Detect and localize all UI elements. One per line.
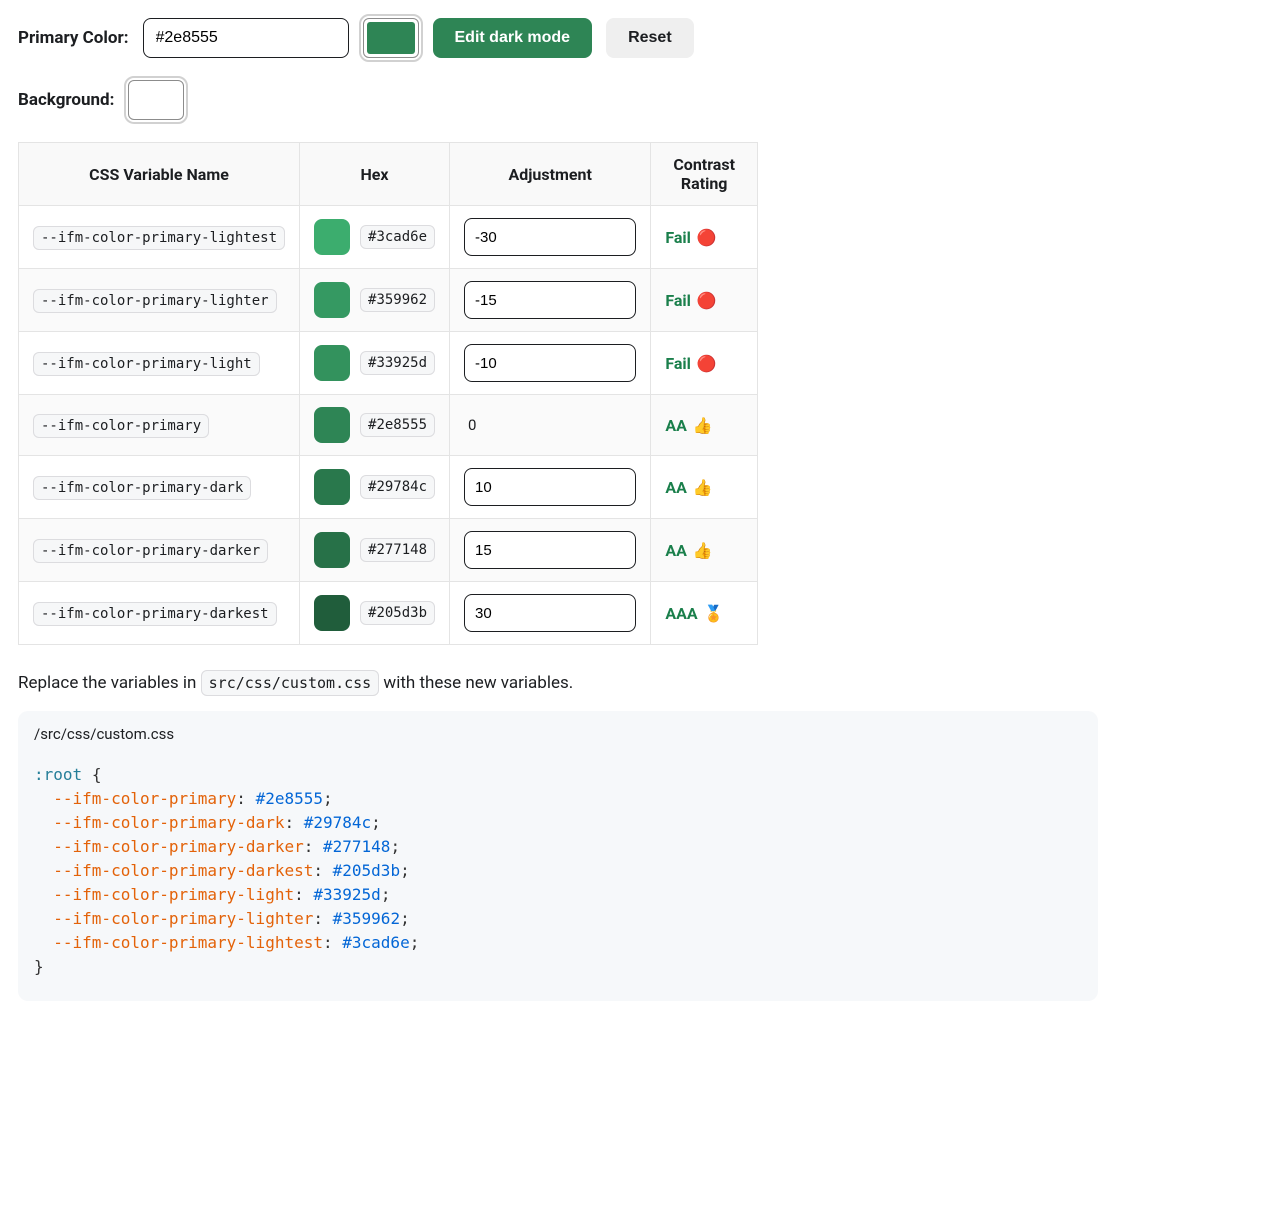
color-swatch bbox=[314, 532, 350, 568]
contrast-rating-text: AA bbox=[665, 478, 687, 497]
table-row: --ifm-color-primary-darker #277148 AA 👍 bbox=[19, 519, 758, 582]
contrast-rating: AAA 🏅 bbox=[665, 604, 723, 623]
table-row: --ifm-color-primary-darkest #205d3b AAA 🏅 bbox=[19, 582, 758, 645]
contrast-rating: Fail 🔴 bbox=[665, 354, 716, 373]
edit-dark-mode-button[interactable]: Edit dark mode bbox=[433, 18, 593, 58]
table-row: --ifm-color-primary-light #33925d Fail 🔴 bbox=[19, 332, 758, 395]
adjustment-static: 0 bbox=[464, 416, 476, 434]
background-label: Background: bbox=[18, 90, 114, 110]
adjustment-input[interactable] bbox=[464, 344, 636, 382]
color-swatch bbox=[314, 282, 350, 318]
contrast-rating: AA 👍 bbox=[665, 541, 712, 560]
background-swatch bbox=[132, 84, 180, 116]
primary-color-swatch bbox=[367, 22, 415, 54]
contrast-rating: Fail 🔴 bbox=[665, 228, 716, 247]
primary-color-row: Primary Color: Edit dark mode Reset bbox=[18, 18, 1262, 58]
css-variable-name: --ifm-color-primary-darkest bbox=[33, 602, 277, 626]
th-css-variable: CSS Variable Name bbox=[19, 143, 300, 206]
css-variable-name: --ifm-color-primary-light bbox=[33, 352, 260, 376]
adjustment-input[interactable] bbox=[464, 531, 636, 569]
contrast-rating-text: Fail bbox=[665, 228, 691, 247]
contrast-rating-icon: 🔴 bbox=[697, 228, 717, 247]
color-swatch bbox=[314, 595, 350, 631]
adjustment-input[interactable] bbox=[464, 281, 636, 319]
contrast-rating-text: Fail bbox=[665, 354, 691, 373]
css-variable-name: --ifm-color-primary-darker bbox=[33, 539, 268, 563]
primary-color-input[interactable] bbox=[143, 18, 349, 58]
css-variable-name: --ifm-color-primary-lightest bbox=[33, 226, 285, 250]
contrast-rating-icon: 🏅 bbox=[704, 604, 724, 623]
hex-value: #3cad6e bbox=[360, 225, 435, 249]
contrast-rating-text: AA bbox=[665, 541, 687, 560]
primary-color-label: Primary Color: bbox=[18, 28, 129, 48]
color-swatch bbox=[314, 407, 350, 443]
css-variable-name: --ifm-color-primary-dark bbox=[33, 476, 251, 500]
adjustment-input[interactable] bbox=[464, 468, 636, 506]
contrast-rating-icon: 👍 bbox=[693, 541, 713, 560]
hex-value: #2e8555 bbox=[360, 413, 435, 437]
contrast-rating: AA 👍 bbox=[665, 478, 712, 497]
hex-value: #359962 bbox=[360, 288, 435, 312]
contrast-rating-icon: 👍 bbox=[693, 416, 713, 435]
css-variable-name: --ifm-color-primary bbox=[33, 414, 209, 438]
contrast-rating-icon: 🔴 bbox=[697, 291, 717, 310]
contrast-rating: Fail 🔴 bbox=[665, 291, 716, 310]
instr-prefix: Replace the variables in bbox=[18, 673, 201, 693]
instr-filepath: src/css/custom.css bbox=[201, 670, 380, 696]
background-row: Background: bbox=[18, 80, 1262, 120]
contrast-rating-icon: 👍 bbox=[693, 478, 713, 497]
contrast-rating: AA 👍 bbox=[665, 416, 712, 435]
codeblock-filename: /src/css/custom.css bbox=[18, 711, 1098, 749]
instr-suffix: with these new variables. bbox=[379, 673, 573, 693]
contrast-rating-text: AA bbox=[665, 416, 687, 435]
primary-color-swatch-button[interactable] bbox=[363, 18, 419, 58]
css-codeblock: /src/css/custom.css :root { --ifm-color-… bbox=[18, 711, 1098, 1001]
adjustment-input[interactable] bbox=[464, 594, 636, 632]
css-variable-name: --ifm-color-primary-lighter bbox=[33, 289, 277, 313]
th-adjustment: Adjustment bbox=[450, 143, 651, 206]
color-swatch bbox=[314, 469, 350, 505]
codeblock-content: :root { --ifm-color-primary: #2e8555; --… bbox=[18, 749, 1098, 1001]
hex-value: #205d3b bbox=[360, 601, 435, 625]
reset-button[interactable]: Reset bbox=[606, 18, 694, 58]
th-hex: Hex bbox=[300, 143, 450, 206]
table-row: --ifm-color-primary #2e8555 0 AA 👍 bbox=[19, 395, 758, 456]
background-swatch-button[interactable] bbox=[128, 80, 184, 120]
color-swatch bbox=[314, 345, 350, 381]
hex-value: #33925d bbox=[360, 351, 435, 375]
color-swatch bbox=[314, 219, 350, 255]
replace-instruction: Replace the variables in src/css/custom.… bbox=[18, 673, 1262, 693]
contrast-rating-text: Fail bbox=[665, 291, 691, 310]
contrast-rating-text: AAA bbox=[665, 604, 697, 623]
th-contrast: Contrast Rating bbox=[651, 143, 758, 206]
table-row: --ifm-color-primary-dark #29784c AA 👍 bbox=[19, 456, 758, 519]
contrast-rating-icon: 🔴 bbox=[697, 354, 717, 373]
color-variables-table: CSS Variable Name Hex Adjustment Contras… bbox=[18, 142, 758, 645]
adjustment-input[interactable] bbox=[464, 218, 636, 256]
table-row: --ifm-color-primary-lightest #3cad6e Fail 🔴 bbox=[19, 206, 758, 269]
hex-value: #277148 bbox=[360, 538, 435, 562]
hex-value: #29784c bbox=[360, 475, 435, 499]
table-row: --ifm-color-primary-lighter #359962 Fail 🔴 bbox=[19, 269, 758, 332]
